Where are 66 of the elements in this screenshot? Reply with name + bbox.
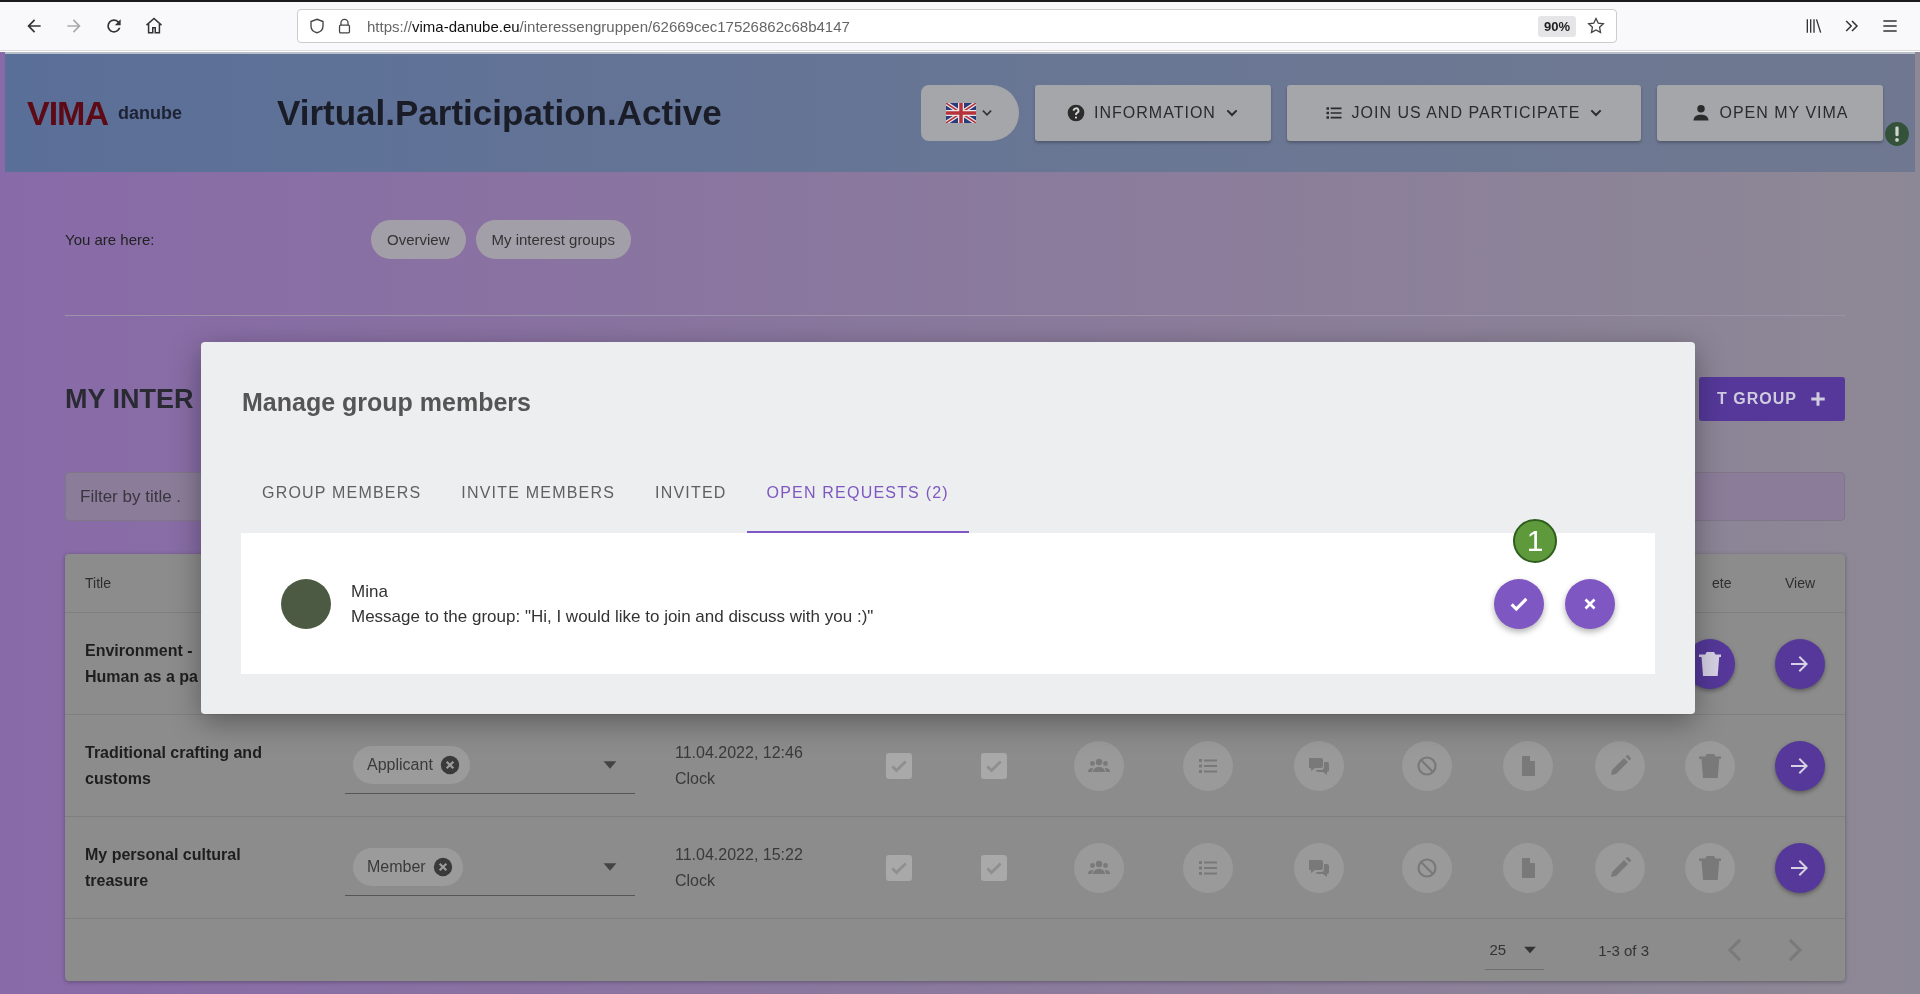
checkbox[interactable]	[980, 752, 1007, 779]
request-message: Message to the group: "Hi, I would like to join and discuss with you :)"	[351, 605, 874, 628]
dialog-title: Manage group members	[241, 387, 532, 417]
step-marker: 1	[1513, 519, 1557, 563]
block-icon	[1415, 753, 1439, 778]
tab[interactable]: INVITE MEMBERS	[441, 469, 636, 533]
breadcrumb-link[interactable]: Overview	[371, 220, 466, 259]
breadcrumb-link[interactable]: My interest groups	[475, 220, 631, 259]
member-name: Mina	[351, 580, 389, 603]
role-select[interactable]: Member	[345, 839, 635, 896]
alert-icon	[1884, 121, 1910, 147]
date-text: 11.04.2022, 15:22 Clock	[675, 844, 804, 891]
page-size-select[interactable]: 25	[1485, 930, 1545, 970]
uk-flag-icon	[946, 103, 976, 123]
logo-word: danube	[118, 102, 182, 124]
reload-icon	[104, 16, 124, 36]
remove-icon[interactable]	[439, 755, 460, 775]
group-title: Environment - Human as a pa	[85, 640, 199, 687]
shield-icon	[308, 17, 326, 35]
logo-mark: VIMA	[27, 93, 108, 133]
block-icon	[1415, 855, 1439, 880]
site-logo[interactable]: VIMA danube	[27, 88, 277, 138]
bookmark-star-icon[interactable]	[1586, 16, 1606, 36]
page-heading: MY INTER	[65, 383, 194, 415]
role-chip[interactable]: Applicant	[353, 746, 470, 784]
home-icon	[144, 16, 164, 36]
site-title: Virtual.Participation.Active	[277, 93, 722, 133]
lock-icon	[336, 17, 353, 35]
pencil-icon	[1608, 753, 1632, 778]
accept-button[interactable]	[1494, 578, 1544, 629]
view-button[interactable]	[1775, 740, 1825, 791]
remove-icon[interactable]	[432, 857, 453, 877]
question-circle-icon	[1066, 103, 1087, 123]
role-chip[interactable]: Member	[353, 848, 463, 886]
menu-button[interactable]: OPEN MY VIMA	[1657, 85, 1883, 141]
tab[interactable]: GROUP MEMBERS	[242, 469, 442, 533]
column-header: View	[1784, 575, 1816, 591]
zoom-level[interactable]: 90%	[1537, 15, 1576, 37]
tab[interactable]: INVITED	[635, 469, 747, 533]
address-bar[interactable]: https://vima-danube.eu/interessengruppen/62669cec17526862c68b4147 90%	[297, 9, 1617, 43]
checkbox[interactable]	[885, 854, 912, 881]
role-select[interactable]: Applicant	[345, 737, 635, 794]
checkbox[interactable]	[980, 854, 1007, 881]
checkbox[interactable]	[885, 752, 912, 779]
url-text: https://vima-danube.eu/interessengruppen/62669cec17526862c68b4147	[367, 17, 850, 35]
page-range: 1-3 of 3	[1598, 941, 1649, 959]
plus-icon	[1809, 390, 1827, 408]
language-button[interactable]	[921, 85, 1019, 141]
add-group-button[interactable]: T GROUP	[1699, 377, 1845, 421]
view-button[interactable]	[1775, 638, 1825, 689]
trash-icon	[1698, 651, 1722, 676]
breadcrumb-label: You are here:	[65, 231, 156, 248]
column-header: Title	[85, 575, 112, 591]
date-text: 11.04.2022, 12:46 Clock	[675, 742, 804, 789]
menu-button[interactable]: INFORMATION	[1035, 85, 1271, 141]
group-title: My personal cultural treasure	[85, 844, 242, 891]
reject-button[interactable]	[1565, 578, 1615, 629]
column-header: ete	[1712, 575, 1733, 591]
trash-icon	[1698, 855, 1722, 880]
view-button[interactable]	[1775, 842, 1825, 893]
library-icon[interactable]	[1804, 16, 1824, 36]
avatar	[281, 578, 331, 629]
menu-button[interactable]: JOIN US AND PARTICIPATE	[1287, 85, 1641, 141]
group-title: Traditional crafting and customs	[85, 742, 263, 789]
pencil-icon	[1608, 855, 1632, 880]
trash-icon	[1698, 753, 1722, 778]
